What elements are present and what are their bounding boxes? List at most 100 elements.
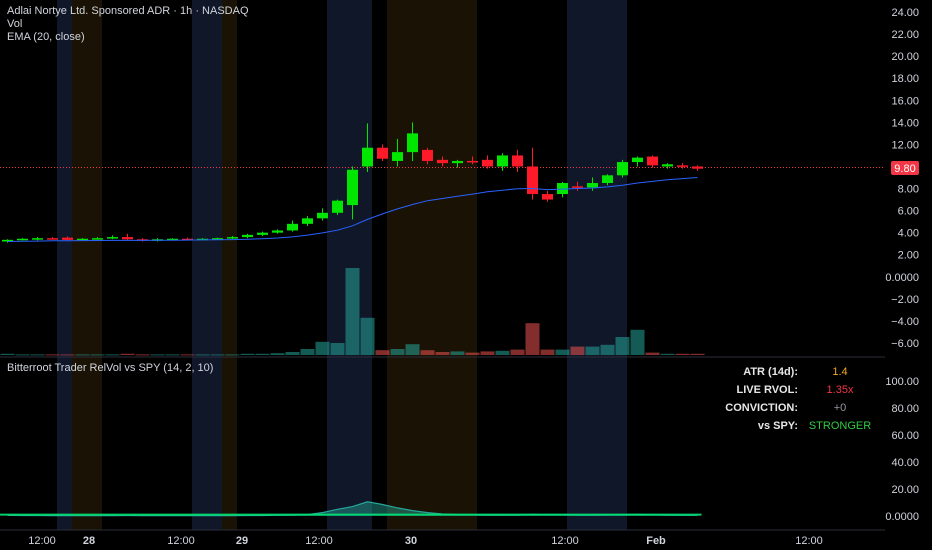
volume-bar xyxy=(255,353,270,355)
candle-body xyxy=(317,212,328,219)
volume-bar xyxy=(105,354,120,356)
last-price-value: 9.80 xyxy=(894,163,915,175)
time-tick-label: 12:00 xyxy=(28,535,56,547)
price-tick-label: 6.00 xyxy=(898,206,919,218)
time-tick-label: Feb xyxy=(646,535,666,547)
volume-bar xyxy=(615,337,630,355)
candle-body xyxy=(647,156,658,166)
volume-bar xyxy=(570,346,585,355)
indicator-tick-label: 40.00 xyxy=(891,457,919,469)
session-band-afterhours xyxy=(222,0,237,530)
volume-bar xyxy=(420,350,435,355)
price-tick-label: 12.00 xyxy=(891,139,919,151)
price-tick-label: 0.0000 xyxy=(885,272,919,284)
candle-body xyxy=(122,237,133,240)
volume-bar xyxy=(135,354,150,356)
candle-body xyxy=(347,169,358,206)
volume-bar xyxy=(75,354,90,356)
volume-bar xyxy=(525,323,540,355)
candle-body xyxy=(62,237,73,240)
stats-label-vs-spy: vs SPY: xyxy=(757,420,798,432)
stats-label-atr: ATR (14d): xyxy=(743,366,798,378)
price-tick-label: 8.00 xyxy=(898,184,919,196)
volume-bar xyxy=(0,353,15,355)
candle-body xyxy=(497,155,508,167)
volume-bar xyxy=(315,341,330,355)
candle-body xyxy=(527,166,538,195)
ema-legend: EMA (20, close) xyxy=(7,31,85,43)
indicator-tick-label: 100.00 xyxy=(885,376,919,388)
indicator-tick-label: 0.0000 xyxy=(885,511,919,523)
stats-value-conviction: +0 xyxy=(833,402,847,414)
candle-body xyxy=(692,166,703,169)
candle-body xyxy=(572,186,583,188)
candle-body xyxy=(587,183,598,188)
volume-bar xyxy=(345,268,360,355)
stats-row-vs-spy: vs SPY: STRONGER xyxy=(727,417,876,436)
candle-body xyxy=(467,160,478,163)
volume-bar xyxy=(240,353,255,355)
volume-bar xyxy=(540,349,555,355)
candle-body xyxy=(407,133,418,153)
time-tick-label: 30 xyxy=(405,535,417,547)
volume-bar xyxy=(195,354,210,356)
stats-label-rvol: LIVE RVOL: xyxy=(736,384,798,396)
volume-legend: Vol xyxy=(7,18,23,30)
stats-value-atr: 1.4 xyxy=(832,366,848,378)
volume-bar xyxy=(120,353,135,355)
session-band-premarket xyxy=(327,0,372,530)
volume-bar xyxy=(270,353,285,355)
time-tick-label: 29 xyxy=(236,535,248,547)
volume-bar xyxy=(180,354,195,356)
volume-bar xyxy=(150,354,165,356)
volume-bar xyxy=(210,354,225,356)
candle-body xyxy=(17,238,28,241)
candle-body xyxy=(662,164,673,167)
price-chart[interactable]: 24.0022.0020.0018.0016.0014.0012.0010.00… xyxy=(0,0,932,550)
volume-bar xyxy=(30,354,45,356)
candle-body xyxy=(257,232,268,235)
volume-bar xyxy=(225,354,240,356)
session-band-premarket xyxy=(567,0,627,530)
volume-bar xyxy=(285,352,300,355)
session-band-premarket xyxy=(57,0,72,530)
volume-bar xyxy=(480,351,495,355)
volume-bar xyxy=(360,317,375,355)
stats-value-vs-spy: STRONGER xyxy=(808,420,872,432)
volume-bar xyxy=(435,352,450,355)
volume-bar xyxy=(330,343,345,355)
volume-bar xyxy=(585,346,600,355)
candle-body xyxy=(47,238,58,240)
volume-bar xyxy=(450,351,465,355)
candle-body xyxy=(542,194,553,200)
candle-body xyxy=(512,155,523,167)
candle-body xyxy=(227,237,238,239)
candle-body xyxy=(602,175,613,184)
indicator-tick-label: 60.00 xyxy=(891,430,919,442)
stats-value-rvol: 1.35x xyxy=(826,384,854,396)
candle-body xyxy=(92,238,103,240)
chart-title: Adlai Nortye Ltd. Sponsored ADR · 1h · N… xyxy=(7,5,249,17)
volume-bar xyxy=(60,354,75,356)
time-tick-label: 12:00 xyxy=(167,535,195,547)
indicator-title: Bitterroot Trader RelVol vs SPY (14, 2, … xyxy=(7,362,214,374)
price-tick-label: −2.00 xyxy=(891,294,919,306)
indicator-tick-label: 20.00 xyxy=(891,484,919,496)
price-tick-label: 14.00 xyxy=(891,117,919,129)
volume-bar xyxy=(690,353,705,355)
volume-bar xyxy=(510,349,525,355)
stats-row-atr: ATR (14d): 1.4 xyxy=(727,363,876,382)
volume-bar xyxy=(630,329,645,355)
session-band-afterhours xyxy=(387,0,477,530)
volume-bar xyxy=(90,354,105,356)
volume-bar xyxy=(300,349,315,355)
volume-bar xyxy=(375,350,390,355)
candle-body xyxy=(377,147,388,159)
candle-body xyxy=(392,152,403,161)
candle-body xyxy=(677,165,688,167)
candle-body xyxy=(302,218,313,224)
price-tick-label: 20.00 xyxy=(891,51,919,63)
volume-bar xyxy=(465,352,480,355)
candle-body xyxy=(32,238,43,240)
candle-body xyxy=(77,238,88,241)
